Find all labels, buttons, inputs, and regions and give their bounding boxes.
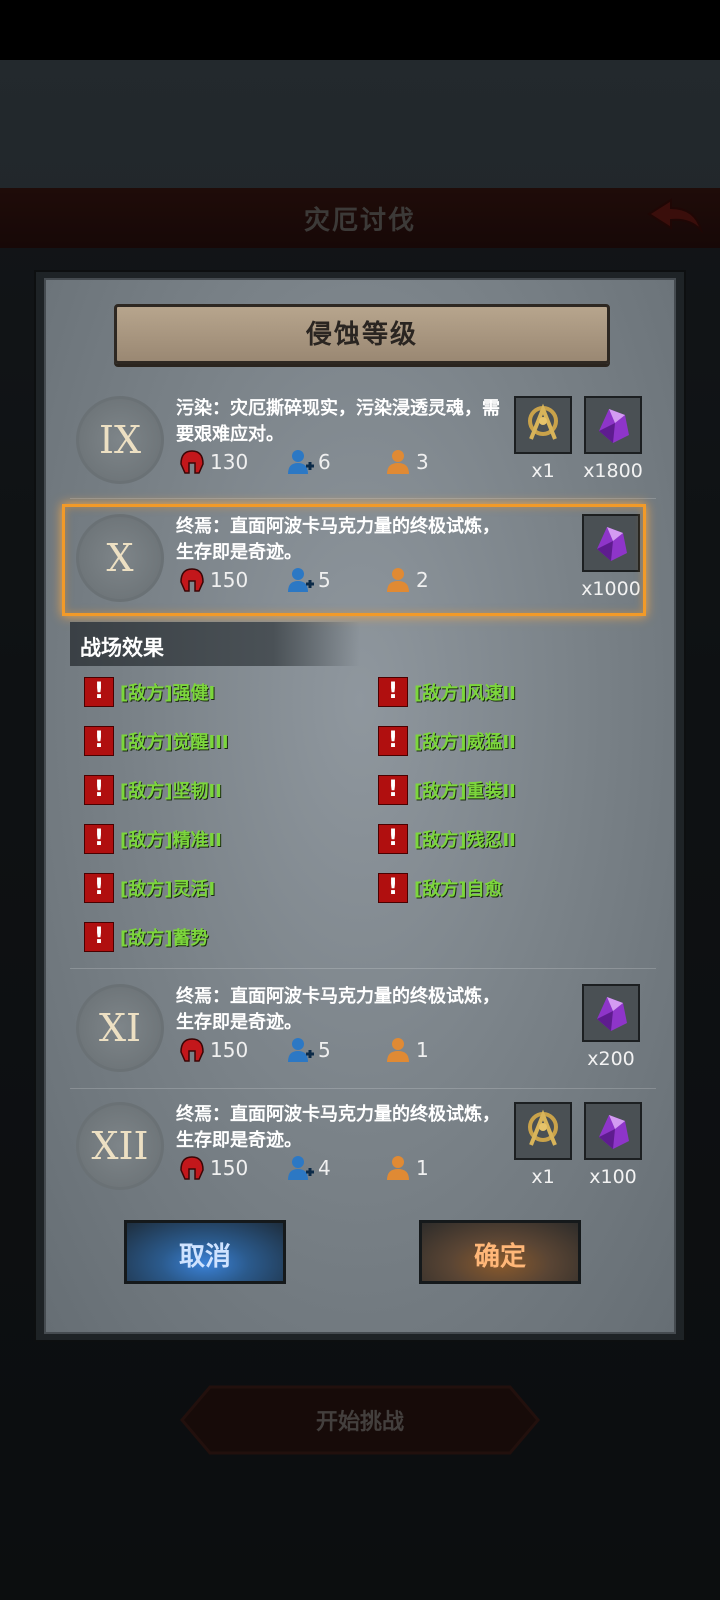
effect-item: ! [敌方]强健I: [84, 677, 215, 707]
helmet-icon: [180, 450, 204, 474]
helmet-icon: [180, 1038, 204, 1062]
tier-numeral: XII: [91, 1124, 149, 1168]
danger-value: 150: [210, 1156, 249, 1180]
confirm-label: 确定: [473, 1242, 526, 1272]
heroes-value: 3: [416, 450, 429, 474]
cancel-label: 取消: [178, 1242, 231, 1272]
allies-value: 5: [318, 1038, 331, 1062]
ally-icon: [288, 450, 314, 474]
warning-icon: !: [378, 726, 408, 756]
hero-icon: [387, 450, 409, 474]
row-divider: [70, 968, 656, 969]
status-bar: [0, 0, 720, 60]
hero-icon: [387, 1156, 409, 1180]
helmet-icon: [180, 1156, 204, 1180]
warning-icon: !: [84, 824, 114, 854]
reward-qty: x1800: [583, 460, 643, 482]
tier-description: 污染：灾厄撕碎现实，污染浸透灵魂，需要艰难应对。: [176, 398, 500, 445]
warning-icon: !: [84, 677, 114, 707]
effect-item: ! [敌方]风速II: [378, 677, 516, 707]
heroes-stat: 1: [384, 1036, 429, 1064]
allies-value: 4: [318, 1156, 331, 1180]
effect-item: ! [敌方]觉醒III: [84, 726, 229, 756]
tier-description: 终焉：直面阿波卡马克力量的终极试炼，生存即是奇迹。: [176, 1104, 500, 1151]
warning-icon: !: [84, 922, 114, 952]
reward-qty: x200: [587, 1048, 635, 1070]
tier-numeral: XI: [98, 1006, 142, 1050]
effect-item: ! [敌方]重装II: [378, 775, 516, 805]
heroes-stat: 3: [384, 448, 429, 476]
allies-stat: 6: [286, 448, 331, 476]
warning-icon: !: [378, 873, 408, 903]
warning-icon: !: [378, 775, 408, 805]
warning-icon: !: [84, 873, 114, 903]
effect-item: ! [敌方]灵活I: [84, 873, 215, 903]
allies-stat: 5: [286, 1036, 331, 1064]
effect-item: ! [敌方]坚韧II: [84, 775, 222, 805]
effect-item: ! [敌方]残忍II: [378, 824, 516, 854]
reward-slot[interactable]: x200: [580, 984, 642, 1070]
crystal-icon: [584, 396, 642, 454]
emblem-icon: [514, 396, 572, 454]
reward-slot[interactable]: x1: [512, 1102, 574, 1188]
ally-icon: [288, 1156, 314, 1180]
dialog-title: 侵蚀等级: [305, 320, 418, 350]
row-divider: [70, 498, 656, 499]
crystal-icon: [582, 984, 640, 1042]
warning-icon: !: [84, 726, 114, 756]
heroes-value: 1: [416, 1038, 429, 1062]
danger-stat: 150: [178, 1036, 248, 1064]
hero-icon: [387, 1038, 409, 1062]
heroes-stat: 1: [384, 1154, 429, 1182]
allies-stat: 4: [286, 1154, 331, 1182]
row-divider: [70, 1088, 656, 1089]
tier-row-xi[interactable]: XI 终焉：直面阿波卡马克力量的终极试炼，生存即是奇迹。 150 5 1 x20…: [68, 976, 658, 1086]
selected-tier-highlight: [62, 504, 646, 616]
reward-slot[interactable]: x1: [512, 396, 574, 482]
tier-numeral: IX: [98, 418, 142, 462]
reward-slot[interactable]: x100: [582, 1102, 644, 1188]
tier-row-ix[interactable]: IX 污染：灾厄撕碎现实，污染浸透灵魂，需要艰难应对。 130 6 3 x1 x…: [68, 388, 658, 498]
crystal-icon: [584, 1102, 642, 1160]
ally-icon: [288, 1038, 314, 1062]
warning-icon: !: [84, 775, 114, 805]
danger-value: 130: [210, 450, 249, 474]
tier-description: 终焉：直面阿波卡马克力量的终极试炼，生存即是奇迹。: [176, 986, 500, 1033]
emblem-icon: [514, 1102, 572, 1160]
effect-item: ! [敌方]自愈: [378, 873, 502, 903]
reward-slot[interactable]: x1800: [582, 396, 644, 482]
effect-item: ! [敌方]威猛II: [378, 726, 516, 756]
danger-value: 150: [210, 1038, 249, 1062]
reward-qty: x100: [589, 1166, 637, 1188]
heroes-value: 1: [416, 1156, 429, 1180]
effect-item: ! [敌方]蓄势: [84, 922, 208, 952]
warning-icon: !: [378, 677, 408, 707]
reward-qty: x1: [531, 1166, 555, 1188]
reward-qty: x1: [531, 460, 555, 482]
tier-row-xii[interactable]: XII 终焉：直面阿波卡马克力量的终极试炼，生存即是奇迹。 150 4 1 x1…: [68, 1094, 658, 1204]
danger-stat: 130: [178, 448, 248, 476]
allies-value: 6: [318, 450, 331, 474]
warning-icon: !: [378, 824, 408, 854]
danger-stat: 150: [178, 1154, 248, 1182]
effects-title: 战场效果: [80, 636, 164, 660]
effect-item: ! [敌方]精准II: [84, 824, 222, 854]
